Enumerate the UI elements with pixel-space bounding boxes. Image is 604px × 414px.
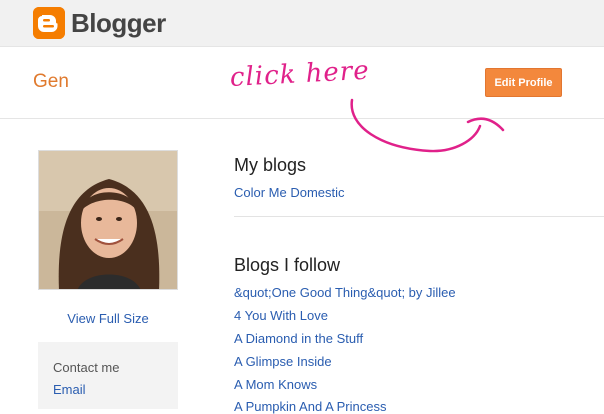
followed-blog-link[interactable]: A Mom Knows <box>234 377 317 392</box>
followed-blog-link[interactable]: A Diamond in the Stuff <box>234 331 363 346</box>
blogs-following-title: Blogs I follow <box>234 255 341 275</box>
email-link[interactable]: Email <box>53 382 86 397</box>
profile-name: Gen <box>33 71 69 92</box>
my-blog-link[interactable]: Color Me Domestic <box>234 185 345 200</box>
brand-name[interactable]: Blogger <box>71 7 166 39</box>
followed-blog-link[interactable]: A Glimpse Inside <box>234 354 332 369</box>
edit-profile-button[interactable]: Edit Profile <box>485 68 562 97</box>
contact-label: Contact me <box>53 360 120 375</box>
my-blogs-title: My blogs <box>234 155 307 175</box>
blogger-logo-icon[interactable] <box>33 7 65 39</box>
profile-photo[interactable] <box>38 150 178 290</box>
section-divider <box>234 216 604 217</box>
followed-blog-link[interactable]: A Pumpkin And A Princess <box>234 399 386 414</box>
view-full-size-link[interactable]: View Full Size <box>38 311 178 326</box>
followed-blog-link[interactable]: &quot;One Good Thing&quot; by Jillee <box>234 285 456 300</box>
contact-box: Contact me Email <box>38 342 178 409</box>
followed-blog-link[interactable]: 4 You With Love <box>234 308 328 323</box>
annotation-arrow-icon <box>350 98 505 153</box>
top-bar: Blogger <box>0 0 604 47</box>
